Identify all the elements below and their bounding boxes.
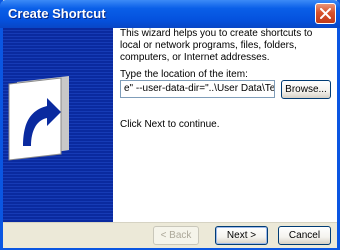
back-button[interactable]: < Back [153,226,199,245]
wizard-body: This wizard helps you to create shortcut… [3,28,337,222]
title-bar[interactable]: Create Shortcut [0,0,340,28]
continue-text: Click Next to continue. [120,119,220,130]
shortcut-arrow-icon [8,76,69,161]
location-input[interactable]: e" --user-data-dir="..\User Data\Test" [120,80,275,98]
intro-text: This wizard helps you to create shortcut… [120,28,313,63]
window-title: Create Shortcut [8,6,106,21]
location-label: Type the location of the item: [120,69,248,80]
wizard-footer: < Back Next > Cancel [3,222,337,248]
cancel-button[interactable]: Cancel [278,226,331,245]
wizard-banner [3,28,113,222]
next-button[interactable]: Next > [215,226,268,245]
close-icon [320,8,331,19]
create-shortcut-window: Create Shortcut This wizard helps you to… [0,0,340,250]
close-button[interactable] [315,3,336,24]
browse-button[interactable]: Browse... [281,80,331,99]
